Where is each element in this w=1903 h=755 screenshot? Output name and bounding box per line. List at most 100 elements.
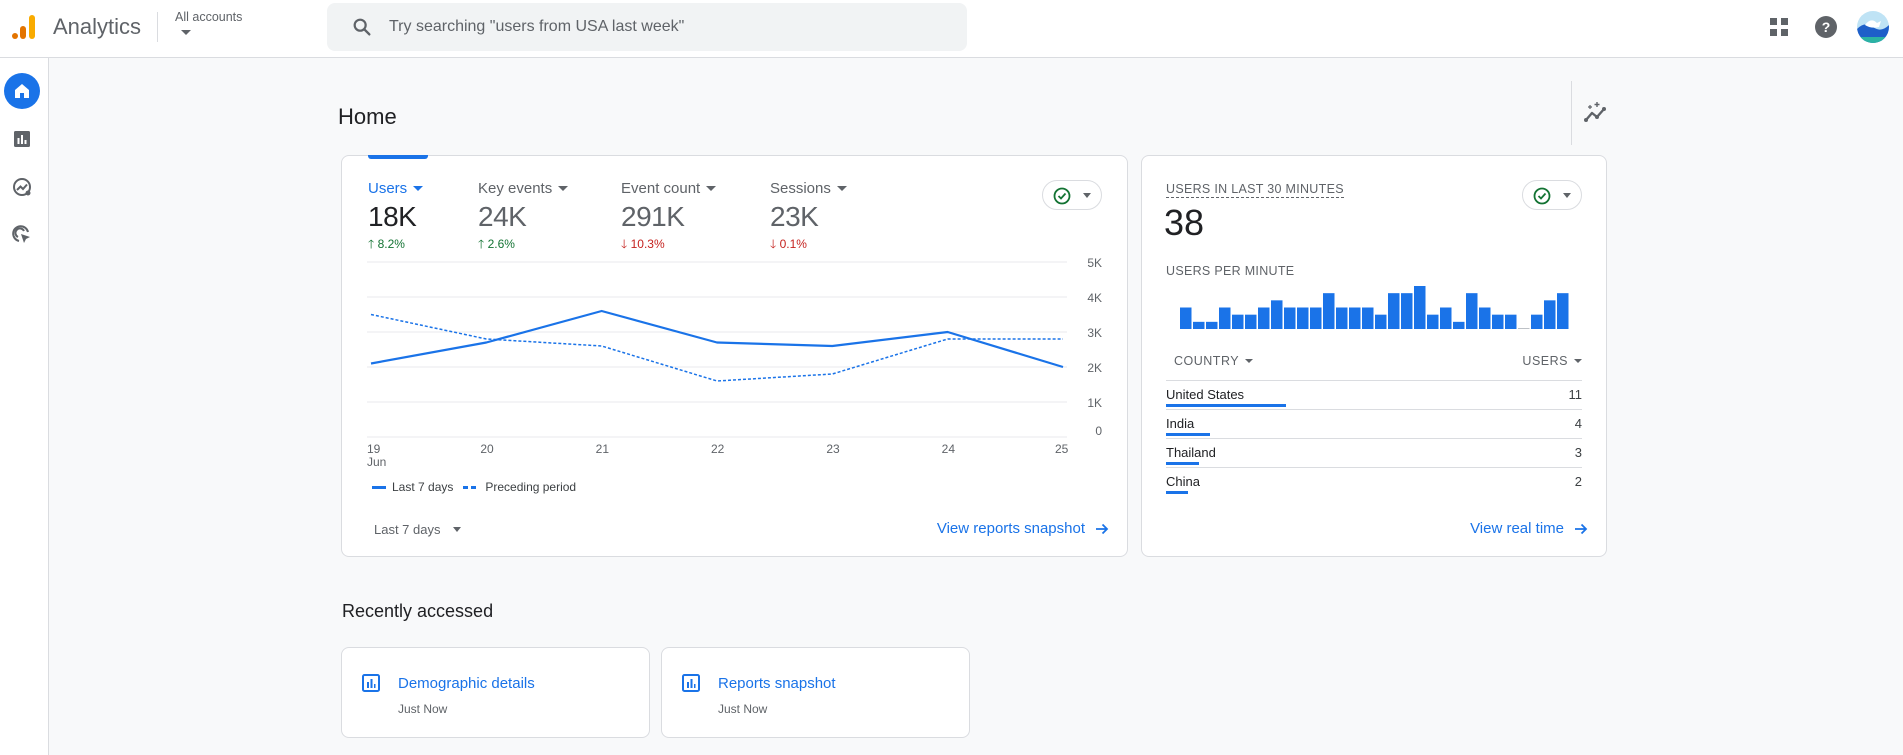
share-bar	[1166, 491, 1188, 494]
table-row[interactable]: Thailand 3	[1166, 438, 1582, 467]
x-tick-label: 22	[711, 442, 725, 456]
realtime-value: 38	[1164, 202, 1205, 243]
svg-text:?: ?	[1822, 19, 1831, 35]
search-icon	[353, 18, 371, 36]
user-count: 3	[1574, 445, 1582, 460]
users-column-header[interactable]: USERS	[1522, 354, 1582, 368]
country-column-header[interactable]: COUNTRY	[1174, 354, 1254, 368]
report-icon	[682, 674, 700, 692]
recent-item-time: Just Now	[718, 702, 768, 716]
search-bar[interactable]	[327, 3, 967, 51]
minute-bar[interactable]	[1362, 307, 1374, 330]
minute-bar[interactable]	[1284, 307, 1296, 330]
recent-item-demographic-details[interactable]: Demographic details Just Now	[341, 647, 650, 738]
minute-bar[interactable]	[1336, 307, 1348, 330]
minute-bar[interactable]	[1544, 300, 1556, 329]
user-count: 11	[1568, 387, 1583, 402]
table-row[interactable]: China 2	[1166, 467, 1582, 496]
series-line-preceding-period	[370, 313, 1063, 382]
minute-bar[interactable]	[1206, 321, 1218, 329]
link-label: View real time	[1470, 520, 1564, 537]
recently-accessed-title: Recently accessed	[342, 601, 494, 621]
user-count: 4	[1574, 416, 1582, 431]
top-bar: Analytics All accounts ?	[0, 0, 1903, 58]
insights-icon[interactable]	[1582, 100, 1610, 128]
minute-bar[interactable]	[1427, 314, 1439, 329]
minute-bar[interactable]	[1349, 307, 1361, 330]
y-tick-label: 2K	[1087, 361, 1102, 375]
share-bar	[1166, 433, 1210, 436]
nav-home[interactable]	[4, 73, 40, 109]
date-range-label: Last 7 days	[374, 522, 441, 537]
arrow-right-icon	[1096, 523, 1109, 534]
x-tick-label: 20	[480, 442, 494, 456]
minute-bar[interactable]	[1180, 307, 1192, 330]
chart-legend: Last 7 days Preceding period	[372, 480, 576, 494]
country-name: India	[1166, 416, 1195, 431]
users-line-chart: 0 1K 2K 3K 4K 5K 19 20 21 22 23 24 25 Jun	[367, 256, 1102, 469]
chevron-down-icon	[1574, 359, 1582, 363]
realtime-label[interactable]: USERS IN LAST 30 MINUTES	[1166, 182, 1344, 198]
overview-card: Users 18K 🡑 8.2% Key events 24K 🡑 2.6% E…	[341, 155, 1128, 557]
x-tick-label: 25	[1055, 442, 1069, 456]
minute-bar[interactable]	[1310, 307, 1322, 330]
minute-bar[interactable]	[1401, 293, 1413, 329]
minute-bar[interactable]	[1375, 314, 1387, 329]
minute-bar[interactable]	[1232, 314, 1244, 329]
minute-bar[interactable]	[1557, 293, 1569, 329]
recent-item-reports-snapshot[interactable]: Reports snapshot Just Now	[661, 647, 970, 738]
link-label: View reports snapshot	[936, 520, 1085, 537]
x-tick-label: 21	[596, 442, 610, 456]
x-sub-label: Jun	[367, 455, 386, 469]
minute-bar[interactable]	[1258, 307, 1270, 330]
minute-bar[interactable]	[1297, 307, 1309, 330]
share-bar	[1166, 404, 1286, 407]
user-count: 2	[1574, 474, 1582, 489]
account-avatar[interactable]	[1857, 11, 1889, 43]
chevron-down-icon	[181, 30, 191, 35]
nav-explore[interactable]	[4, 169, 40, 205]
recent-item-time: Just Now	[398, 702, 448, 716]
country-table: United States 11 India 4 Thailand 3 Chin…	[1166, 380, 1582, 496]
analytics-logo[interactable]	[8, 12, 38, 42]
date-range-selector[interactable]: Last 7 days	[374, 522, 461, 537]
minute-bar[interactable]	[1531, 314, 1543, 329]
country-name: United States	[1166, 387, 1245, 402]
minute-bar[interactable]	[1388, 293, 1400, 329]
minute-bar[interactable]	[1414, 286, 1426, 329]
minute-bar[interactable]	[1453, 321, 1465, 329]
nav-advertising[interactable]	[4, 217, 40, 253]
minute-bar[interactable]	[1271, 300, 1283, 329]
divider	[157, 12, 158, 42]
account-selector[interactable]: All accounts	[175, 10, 242, 35]
x-tick-label: 23	[826, 442, 840, 456]
minute-bar[interactable]	[1466, 293, 1478, 329]
minute-bar[interactable]	[1505, 314, 1517, 329]
table-row[interactable]: India 4	[1166, 409, 1582, 438]
table-row[interactable]: United States 11	[1166, 380, 1582, 409]
divider	[1571, 81, 1572, 145]
minute-bar[interactable]	[1219, 307, 1231, 330]
chevron-down-icon	[1245, 359, 1254, 363]
help-icon[interactable]: ?	[1813, 14, 1839, 40]
minute-bar[interactable]	[1479, 307, 1491, 330]
account-selector-label: All accounts	[175, 10, 243, 24]
legend-previous: Preceding period	[485, 480, 577, 494]
apps-grid-icon[interactable]	[1766, 14, 1792, 40]
minute-bar[interactable]	[1193, 321, 1205, 329]
search-input[interactable]	[389, 3, 949, 51]
users-per-minute-label: USERS PER MINUTE	[1166, 264, 1295, 278]
realtime-comparison-button[interactable]	[1522, 180, 1582, 210]
minute-bar[interactable]	[1245, 314, 1257, 329]
explore-icon	[13, 178, 31, 196]
view-real-time-link[interactable]: View real time	[1470, 520, 1588, 537]
minute-bar[interactable]	[1323, 293, 1335, 329]
minute-bar[interactable]	[1492, 314, 1504, 329]
y-tick-label: 1K	[1087, 396, 1102, 410]
users-per-minute-chart	[1180, 286, 1569, 330]
minute-bar[interactable]	[1518, 328, 1530, 329]
view-reports-snapshot-link[interactable]: View reports snapshot	[937, 520, 1109, 537]
minute-bar[interactable]	[1440, 307, 1452, 330]
app-title: Analytics	[53, 14, 142, 39]
nav-reports[interactable]	[4, 121, 40, 157]
